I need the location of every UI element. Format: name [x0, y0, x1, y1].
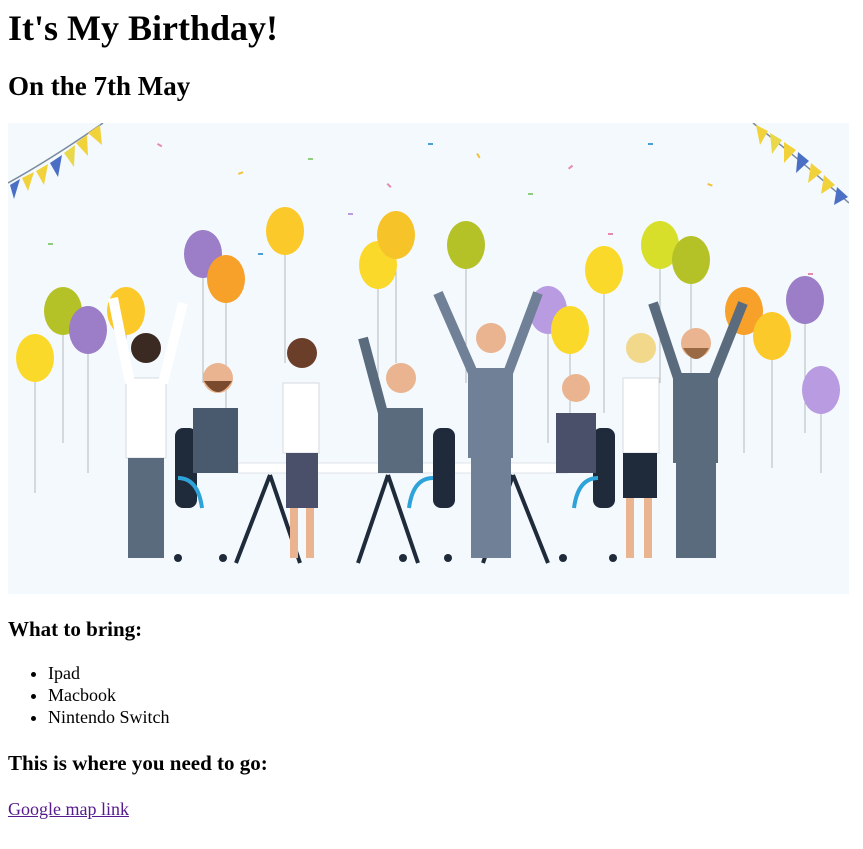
list-item: Ipad	[48, 662, 855, 684]
page-title: It's My Birthday!	[8, 8, 278, 48]
birthday-party-illustration	[8, 123, 849, 594]
directions-heading: This is where you need to go:	[8, 751, 268, 775]
google-map-link[interactable]: Google map link	[8, 798, 129, 820]
event-date: On the 7th May	[8, 71, 191, 101]
bring-list: Ipad Macbook Nintendo Switch	[8, 662, 855, 728]
list-item: Macbook	[48, 684, 855, 706]
list-item: Nintendo Switch	[48, 706, 855, 728]
bring-heading: What to bring:	[8, 617, 143, 641]
page: It's My Birthday! On the 7th May What to…	[0, 6, 863, 820]
